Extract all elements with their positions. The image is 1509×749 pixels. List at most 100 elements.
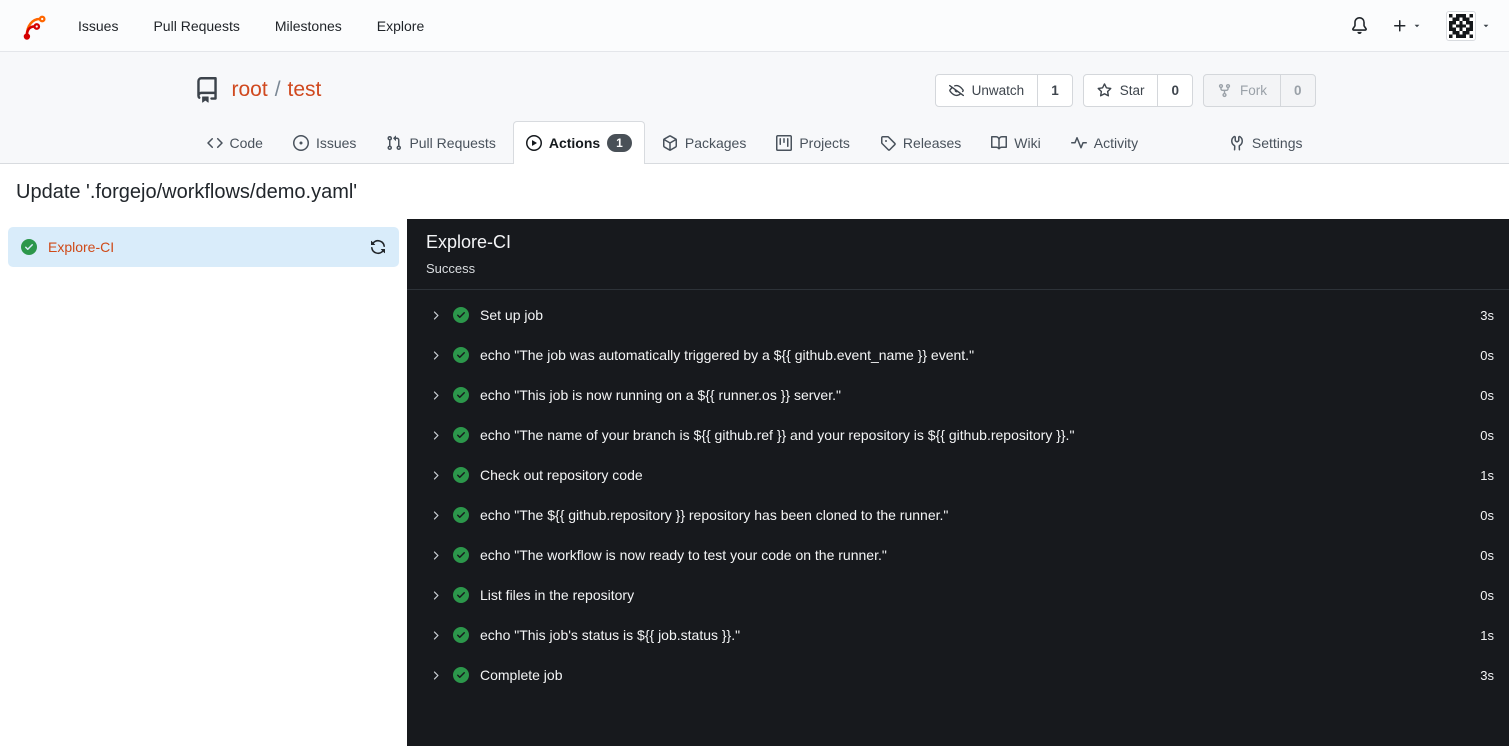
pulse-icon [1070, 137, 1087, 149]
step-row[interactable]: List files in the repository 0s [407, 575, 1509, 615]
top-navbar: Issues Pull Requests Milestones Explore [0, 0, 1509, 52]
chevron-down-icon [1414, 24, 1420, 27]
tab-settings[interactable]: Settings [1216, 121, 1316, 164]
repo-tabs: Code Issues Pull Requests Actions 1 Pack… [194, 121, 1316, 164]
chevron-right-icon [433, 390, 439, 400]
package-icon [662, 135, 677, 151]
star-icon [1097, 82, 1112, 97]
check-circle-icon [453, 347, 469, 363]
step-row[interactable]: echo "The job was automatically triggere… [407, 335, 1509, 375]
tab-wiki[interactable]: Wiki [978, 121, 1053, 164]
step-row[interactable]: Set up job 3s [407, 295, 1509, 335]
step-row[interactable]: Complete job 3s [407, 655, 1509, 695]
star-button[interactable]: Star [1084, 75, 1158, 106]
chevron-right-icon [433, 430, 439, 440]
tab-activity[interactable]: Activity [1058, 121, 1151, 164]
check-circle-icon [453, 427, 469, 443]
repo-separator: / [274, 78, 281, 101]
fork-button-group: Fork 0 [1202, 73, 1316, 107]
step-row[interactable]: echo "The ${{ github.repository }} repos… [407, 495, 1509, 535]
tab-releases[interactable]: Releases [867, 121, 974, 164]
notifications-bell-icon[interactable] [1351, 17, 1368, 34]
create-new-menu[interactable] [1392, 18, 1422, 34]
step-duration: 0s [1480, 347, 1494, 363]
chevron-right-icon [433, 470, 439, 480]
step-duration: 0s [1480, 507, 1494, 523]
check-circle-icon [453, 387, 469, 403]
check-circle-icon [21, 239, 37, 255]
user-avatar[interactable] [1446, 10, 1476, 41]
tab-code[interactable]: Code [194, 121, 276, 164]
watchers-count[interactable]: 1 [1037, 74, 1072, 106]
step-name: echo "The ${{ github.repository }} repos… [480, 507, 949, 523]
actions-count-badge: 1 [607, 134, 632, 152]
run-content: Explore-CI Explore-CI Success Set up job… [0, 219, 1509, 746]
repo-icon [196, 77, 217, 103]
repo-action-buttons: Unwatch 1 Star 0 Fork 0 [934, 73, 1316, 107]
step-row[interactable]: echo "The workflow is now ready to test … [407, 535, 1509, 575]
step-name: echo "This job is now running on a ${{ r… [480, 387, 841, 403]
tab-actions[interactable]: Actions 1 [512, 121, 645, 164]
navbar-item-pull-requests[interactable]: Pull Requests [153, 18, 239, 34]
issue-opened-icon [292, 135, 309, 151]
step-name: echo "The name of your branch is ${{ git… [480, 427, 1075, 443]
repo-name-link[interactable]: test [288, 78, 322, 102]
check-circle-icon [453, 627, 469, 643]
tab-issues[interactable]: Issues [280, 121, 369, 164]
rerun-refresh-icon[interactable] [370, 239, 386, 255]
step-duration: 0s [1480, 387, 1494, 403]
fork-button: Fork [1204, 75, 1280, 106]
check-circle-icon [453, 307, 469, 323]
repo-owner-link[interactable]: root [232, 78, 268, 102]
repo-header: root / test Unwatch 1 Star 0 Fork 0 Code… [0, 52, 1509, 164]
job-log-header: Explore-CI Success [407, 219, 1509, 290]
step-duration: 3s [1480, 667, 1494, 683]
tab-packages[interactable]: Packages [649, 121, 759, 164]
step-row[interactable]: Check out repository code 1s [407, 455, 1509, 495]
tab-projects[interactable]: Projects [763, 121, 863, 164]
job-name-label: Explore-CI [48, 239, 115, 255]
tab-pull-requests[interactable]: Pull Requests [373, 121, 508, 164]
check-circle-icon [453, 667, 469, 683]
plus-icon [1394, 19, 1406, 31]
chevron-right-icon [433, 350, 439, 360]
step-name: echo "This job's status is ${{ job.statu… [480, 627, 741, 643]
step-row[interactable]: echo "This job is now running on a ${{ r… [407, 375, 1509, 415]
job-log-panel: Explore-CI Success Set up job 3s echo "T… [407, 219, 1509, 746]
tag-icon [880, 136, 896, 151]
chevron-right-icon [433, 590, 439, 600]
run-title-bar: Update '.forgejo/workflows/demo.yaml' [0, 164, 1509, 219]
chevron-right-icon [433, 550, 439, 560]
navbar-item-milestones[interactable]: Milestones [275, 18, 342, 34]
unwatch-button[interactable]: Unwatch [936, 75, 1038, 106]
navbar-item-explore[interactable]: Explore [377, 18, 424, 34]
repo-breadcrumb: root / test [232, 78, 322, 102]
step-row[interactable]: echo "The name of your branch is ${{ git… [407, 415, 1509, 455]
step-duration: 0s [1480, 547, 1494, 563]
step-duration: 0s [1480, 587, 1494, 603]
tools-icon [1230, 135, 1243, 151]
navbar-links: Issues Pull Requests Milestones Explore [78, 18, 424, 34]
step-row[interactable]: echo "This job's status is ${{ job.statu… [407, 615, 1509, 655]
git-fork-icon [1218, 83, 1231, 97]
star-button-group: Star 0 [1082, 73, 1193, 107]
play-icon [525, 135, 542, 151]
navbar-item-issues[interactable]: Issues [78, 18, 118, 34]
chevron-right-icon [433, 310, 439, 320]
project-icon [776, 135, 793, 151]
step-duration: 1s [1480, 467, 1494, 483]
user-menu[interactable] [1446, 10, 1491, 41]
forks-count: 0 [1279, 74, 1315, 106]
stars-count[interactable]: 0 [1157, 74, 1192, 106]
check-circle-icon [453, 587, 469, 603]
step-duration: 1s [1480, 627, 1494, 643]
page-title: Update '.forgejo/workflows/demo.yaml' [16, 181, 358, 203]
step-name: echo "The workflow is now ready to test … [480, 547, 887, 563]
forgejo-logo-icon[interactable] [18, 11, 48, 41]
check-circle-icon [453, 507, 469, 523]
sidebar-job-explore-ci[interactable]: Explore-CI [8, 227, 399, 267]
eye-closed-icon [948, 84, 964, 96]
chevron-down-icon [1483, 24, 1489, 27]
chevron-right-icon [433, 630, 439, 640]
code-icon [206, 137, 223, 149]
